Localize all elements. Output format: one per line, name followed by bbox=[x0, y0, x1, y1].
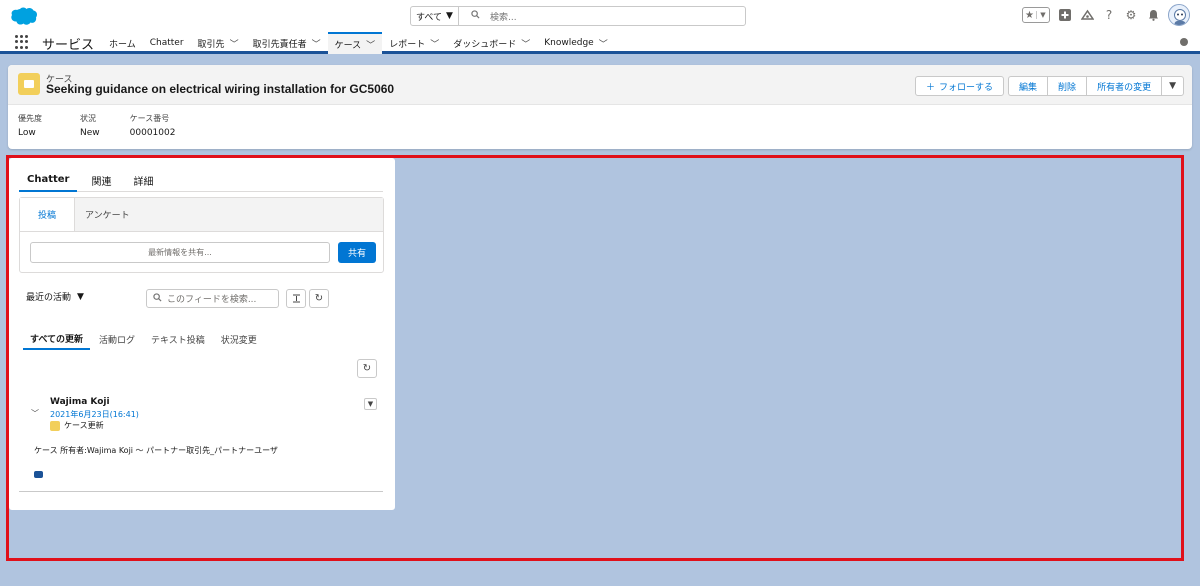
search-scope-select[interactable]: すべて ▼ bbox=[411, 7, 459, 25]
more-actions-button[interactable]: ▼ bbox=[1161, 76, 1184, 96]
plus-icon: ＋ bbox=[926, 82, 936, 93]
nav-item-label: ダッシュボード bbox=[453, 39, 517, 50]
nav-item-label: Chatter bbox=[149, 38, 184, 48]
add-icon[interactable] bbox=[1058, 8, 1072, 22]
highlight-value: 00001002 bbox=[129, 128, 176, 138]
nav-item-label: 取引先 bbox=[197, 39, 225, 50]
record-title: Seeking guidance on electrical wiring in… bbox=[46, 82, 395, 96]
nav-item-accounts[interactable]: 取引先 ﹀ bbox=[191, 32, 246, 54]
app-name: サービス bbox=[42, 38, 95, 53]
follow-label: フォローする bbox=[939, 82, 994, 93]
highlight-priority: 優先度 Low bbox=[18, 113, 42, 138]
trailhead-icon[interactable] bbox=[1080, 8, 1094, 22]
chevron-down-icon[interactable]: ﹀ bbox=[366, 38, 375, 51]
nav-item-label: ホーム bbox=[109, 39, 136, 50]
salesforce-logo[interactable] bbox=[8, 6, 38, 26]
nav-item-label: レポート bbox=[389, 39, 426, 50]
chevron-down-icon: ▼ bbox=[1169, 81, 1176, 91]
bell-icon[interactable] bbox=[1146, 8, 1160, 22]
highlight-label: 優先度 bbox=[18, 114, 42, 123]
favorites-button[interactable]: ★ ▼ bbox=[1022, 7, 1050, 23]
highlight-value: Low bbox=[18, 128, 36, 138]
highlight-case-number: ケース番号 00001002 bbox=[130, 113, 176, 138]
chevron-down-icon[interactable]: ﹀ bbox=[312, 37, 321, 50]
app-nav-bar: サービス ホーム Chatter 取引先 ﹀ 取引先責任者 ﹀ ケース ﹀ レポ… bbox=[0, 32, 1200, 54]
change-owner-button[interactable]: 所有者の変更 bbox=[1086, 76, 1162, 96]
global-search[interactable]: すべて ▼ 検索... bbox=[410, 6, 746, 26]
follow-button[interactable]: ＋ フォローする bbox=[915, 76, 1005, 96]
record-header: ケース Seeking guidance on electrical wirin… bbox=[8, 65, 1192, 149]
avatar[interactable] bbox=[1168, 4, 1190, 26]
chevron-down-icon: ▼ bbox=[446, 11, 453, 21]
nav-item-reports[interactable]: レポート ﹀ bbox=[382, 32, 446, 54]
nav-item-knowledge[interactable]: Knowledge ﹀ bbox=[537, 32, 615, 54]
highlight-frame bbox=[6, 155, 1184, 561]
highlights-panel: 優先度 Low 状況 New ケース番号 00001002 bbox=[18, 113, 203, 138]
app-launcher-icon[interactable] bbox=[15, 35, 29, 49]
chevron-down-icon[interactable]: ▼ bbox=[1035, 11, 1049, 19]
nav-item-contacts[interactable]: 取引先責任者 ﹀ bbox=[246, 32, 328, 54]
chevron-down-icon[interactable]: ﹀ bbox=[230, 37, 239, 50]
highlight-label: ケース番号 bbox=[129, 114, 170, 123]
nav-item-chatter[interactable]: Chatter bbox=[143, 32, 191, 54]
nav-items: ホーム Chatter 取引先 ﹀ 取引先責任者 ﹀ ケース ﹀ レポート ﹀ … bbox=[102, 32, 615, 54]
star-icon: ★ bbox=[1025, 9, 1034, 21]
help-icon[interactable]: ? bbox=[1102, 8, 1116, 22]
chevron-down-icon[interactable]: ﹀ bbox=[599, 37, 608, 50]
edit-button[interactable]: 編集 bbox=[1008, 76, 1048, 96]
info-icon[interactable] bbox=[1180, 38, 1188, 46]
gear-icon[interactable]: ⚙ bbox=[1124, 8, 1138, 22]
chevron-down-icon[interactable]: ﹀ bbox=[521, 37, 530, 50]
highlight-label: 状況 bbox=[80, 114, 96, 123]
chevron-down-icon[interactable]: ﹀ bbox=[430, 37, 439, 50]
nav-item-label: ケース bbox=[334, 40, 362, 51]
global-header: すべて ▼ 検索... ★ ▼ ? ⚙ bbox=[0, 0, 1200, 32]
search-scope-label: すべて bbox=[416, 12, 443, 23]
delete-button[interactable]: 削除 bbox=[1047, 76, 1087, 96]
search-icon bbox=[471, 10, 480, 22]
highlight-status: 状況 New bbox=[80, 113, 100, 138]
case-icon bbox=[18, 73, 40, 95]
nav-item-label: 取引先責任者 bbox=[252, 39, 307, 50]
nav-item-dashboards[interactable]: ダッシュボード ﹀ bbox=[446, 32, 537, 54]
nav-item-cases[interactable]: ケース ﹀ bbox=[327, 32, 383, 54]
search-input[interactable]: 検索... bbox=[459, 7, 745, 25]
search-placeholder: 検索... bbox=[490, 12, 517, 23]
nav-item-home[interactable]: ホーム bbox=[102, 32, 143, 54]
nav-item-label: Knowledge bbox=[544, 38, 594, 48]
highlight-value: New bbox=[80, 128, 100, 138]
